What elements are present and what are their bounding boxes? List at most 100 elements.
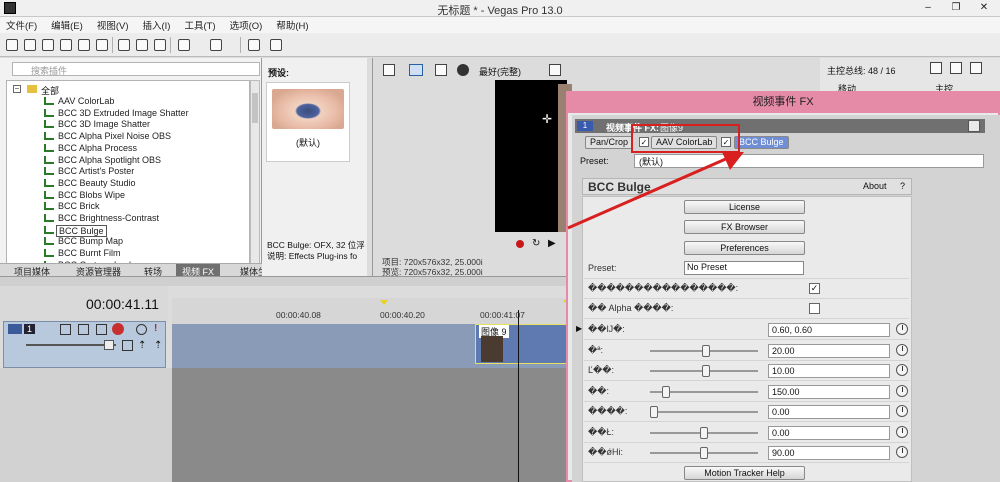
keyframe-clock-icon[interactable]: [896, 323, 908, 335]
track-compositing-icon[interactable]: [96, 324, 107, 335]
record-icon[interactable]: [516, 240, 524, 248]
menu-help[interactable]: 帮助(H): [276, 18, 308, 32]
paste-icon[interactable]: [154, 39, 166, 51]
fx-chain-options-icon[interactable]: [968, 120, 980, 132]
slider-knob[interactable]: [700, 426, 708, 439]
keyframe-clock-icon[interactable]: [896, 343, 908, 356]
plugin-search-input[interactable]: 搜索插件: [12, 62, 260, 76]
menu-file[interactable]: 文件(F): [6, 18, 37, 32]
param-value-input[interactable]: 10.00: [768, 364, 890, 378]
new-icon[interactable]: [6, 39, 18, 51]
menu-tools[interactable]: 工具(T): [184, 18, 215, 32]
track-envelope-icon[interactable]: [122, 340, 133, 351]
monitor-icon[interactable]: [409, 64, 423, 76]
param-slider[interactable]: [650, 344, 758, 357]
enable-snapping-icon[interactable]: [248, 39, 260, 51]
plugin-item[interactable]: BCC Bulge: [56, 224, 107, 237]
param-checkbox[interactable]: ✓: [809, 283, 820, 294]
scrollbar-thumb[interactable]: [252, 93, 258, 123]
menu-edit[interactable]: 编辑(E): [51, 18, 83, 32]
track-composite-up-icon[interactable]: ⇡: [138, 340, 146, 351]
cut-icon[interactable]: [118, 39, 130, 51]
fx-window-title[interactable]: 视频事件 FX: [566, 91, 1000, 113]
bcc-preset-select[interactable]: No Preset: [684, 261, 804, 275]
plugin-item[interactable]: BCC 3D Image Shatter: [58, 119, 150, 129]
track-mute-icon[interactable]: [136, 324, 147, 335]
track-fx-icon[interactable]: [78, 324, 89, 335]
loop-start-marker[interactable]: [380, 300, 388, 305]
redo-icon[interactable]: [210, 39, 222, 51]
param-slider[interactable]: [650, 365, 758, 377]
plugin-item[interactable]: BCC Alpha Spotlight OBS: [58, 155, 161, 165]
track-gear-icon[interactable]: [112, 323, 124, 335]
param-value-input[interactable]: 150.00: [768, 384, 890, 399]
menu-view[interactable]: 视图(V): [97, 18, 129, 32]
slider-knob[interactable]: [700, 447, 708, 459]
plugin-tree-scrollbar[interactable]: [250, 80, 260, 264]
plugin-item[interactable]: BCC Blobs Wipe: [58, 190, 125, 200]
plugin-item[interactable]: BCC Brick: [58, 201, 100, 211]
timeline-empty-area[interactable]: [172, 368, 572, 482]
undo-icon[interactable]: [178, 39, 190, 51]
plugin-item[interactable]: BCC Alpha Pixel Noise OBS: [58, 131, 171, 141]
alpha-checkbox[interactable]: [809, 303, 820, 314]
minimize-button[interactable]: –: [914, 0, 942, 16]
plugin-item[interactable]: BCC 3D Extruded Image Shatter: [58, 108, 189, 118]
auto-ripple-icon[interactable]: [270, 39, 282, 51]
menu-options[interactable]: 选项(O): [230, 18, 263, 32]
keyframe-clock-icon[interactable]: [896, 384, 908, 397]
track-composite-parent-icon[interactable]: ⇡: [154, 340, 162, 351]
copy-icon[interactable]: [136, 39, 148, 51]
param-slider[interactable]: [650, 426, 758, 439]
slider-knob[interactable]: [662, 385, 670, 398]
keyframe-clock-icon[interactable]: [896, 425, 908, 438]
preview-quality-select[interactable]: 最好(完整): [479, 65, 521, 78]
plugin-item[interactable]: BCC Alpha Process: [58, 143, 137, 153]
motion-tracker-help-button[interactable]: Motion Tracker Help: [684, 466, 805, 480]
keyframe-clock-icon[interactable]: [896, 446, 908, 458]
param-value-input[interactable]: 0.60, 0.60: [768, 323, 890, 337]
help-button[interactable]: ?: [900, 181, 905, 191]
param-value-input[interactable]: 90.00: [768, 446, 890, 460]
plugin-item[interactable]: BCC Brightness-Contrast: [58, 213, 159, 223]
slider-knob[interactable]: [650, 406, 658, 418]
play-icon[interactable]: ▶: [548, 238, 556, 249]
plugin-item[interactable]: AAV ColorLab: [58, 96, 114, 106]
preferences-button[interactable]: Preferences: [684, 241, 805, 255]
preview-fx-icon[interactable]: [435, 64, 447, 76]
slider-knob[interactable]: [702, 365, 710, 377]
track-solo-icon[interactable]: !: [154, 323, 157, 334]
keyframe-clock-icon[interactable]: [896, 364, 908, 376]
playhead-cursor[interactable]: [518, 310, 519, 482]
param-value-input[interactable]: 0.00: [768, 405, 890, 419]
keyframe-clock-icon[interactable]: [896, 405, 908, 417]
param-slider[interactable]: [650, 385, 758, 398]
save-as-icon[interactable]: [60, 39, 72, 51]
split-screen-icon[interactable]: [457, 64, 469, 76]
master-settings-icon[interactable]: [930, 62, 942, 74]
timeline-ruler[interactable]: 00:00:40.08 00:00:40.20 00:00:41:07: [172, 298, 567, 324]
master-mute-icon[interactable]: [970, 62, 982, 74]
save-icon[interactable]: [42, 39, 54, 51]
param-slider[interactable]: [650, 406, 758, 418]
properties-icon[interactable]: [96, 39, 108, 51]
track-level-knob[interactable]: [104, 340, 114, 350]
expand-arrow-icon[interactable]: ▶: [576, 324, 582, 333]
open-icon[interactable]: [24, 39, 36, 51]
maximize-button[interactable]: ❐: [942, 0, 970, 16]
render-icon[interactable]: [78, 39, 90, 51]
overlay-icon[interactable]: [549, 64, 561, 76]
plugin-item[interactable]: BCC Burnt Film: [58, 248, 121, 258]
master-fx-icon[interactable]: [950, 62, 962, 74]
preview-settings-icon[interactable]: [383, 64, 395, 76]
loop-icon[interactable]: ↻: [532, 238, 540, 249]
track-motion-icon[interactable]: [60, 324, 71, 335]
param-slider[interactable]: [650, 447, 758, 459]
about-button[interactable]: About: [863, 181, 887, 191]
param-value-input[interactable]: 20.00: [768, 343, 890, 358]
slider-knob[interactable]: [702, 344, 710, 357]
param-value-input[interactable]: 0.00: [768, 425, 890, 440]
plugin-item[interactable]: BCC Artist's Poster: [58, 166, 134, 176]
close-button[interactable]: ✕: [970, 0, 998, 16]
menu-insert[interactable]: 插入(I): [142, 18, 170, 32]
